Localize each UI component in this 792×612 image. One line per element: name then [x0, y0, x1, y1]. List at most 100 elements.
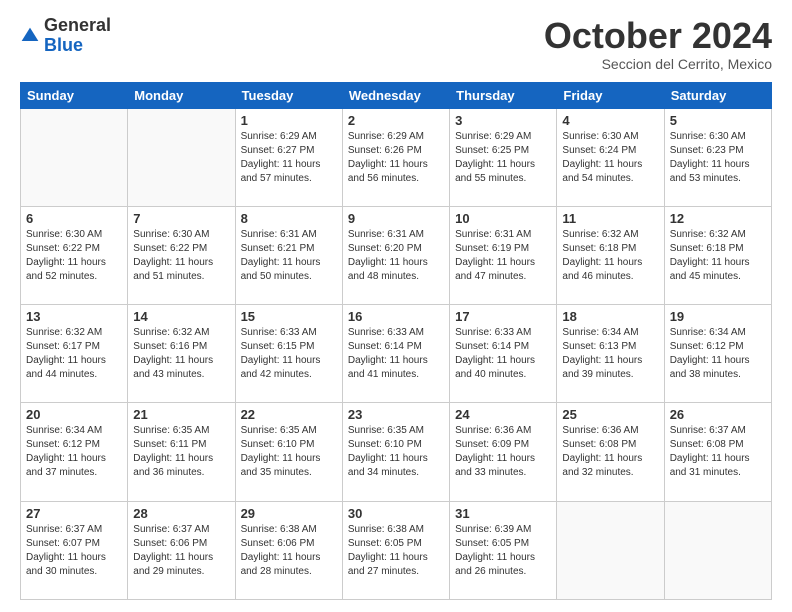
day-info: Sunrise: 6:37 AM Sunset: 6:07 PM Dayligh…: [26, 523, 122, 579]
day-number: 29: [241, 506, 337, 521]
day-number: 15: [241, 309, 337, 324]
table-row: 9Sunrise: 6:31 AM Sunset: 6:20 PM Daylig…: [342, 206, 449, 304]
day-info: Sunrise: 6:33 AM Sunset: 6:15 PM Dayligh…: [241, 326, 337, 382]
day-info: Sunrise: 6:29 AM Sunset: 6:27 PM Dayligh…: [241, 130, 337, 186]
logo-text: General Blue: [44, 16, 111, 56]
table-row: 26 Sunrise: 6:37 AM Sunset: 6:08 PM Dayli…: [664, 403, 771, 501]
col-tuesday: Tuesday: [235, 82, 342, 108]
table-row: 7Sunrise: 6:30 AM Sunset: 6:22 PM Daylig…: [128, 206, 235, 304]
table-row: [21, 108, 128, 206]
day-info: Sunrise: 6:30 AM Sunset: 6:22 PM Dayligh…: [133, 228, 229, 284]
day-number: 3: [455, 113, 551, 128]
table-row: [664, 501, 771, 599]
table-row: 10 Sunrise: 6:31 AM Sunset: 6:19 PM Dayli…: [450, 206, 557, 304]
day-info: Sunrise: 6:36 AM Sunset: 6:08 PM Dayligh…: [562, 424, 658, 480]
day-number: 16: [348, 309, 444, 324]
logo: General Blue: [20, 16, 111, 56]
table-row: 16Sunrise: 6:33 AM Sunset: 6:14 PM Dayli…: [342, 305, 449, 403]
table-row: 18Sunrise: 6:34 AM Sunset: 6:13 PM Dayli…: [557, 305, 664, 403]
calendar-week-row: 20Sunrise: 6:34 AM Sunset: 6:12 PM Dayli…: [21, 403, 772, 501]
day-number: 17: [455, 309, 551, 324]
day-info: Sunrise: 6:31 AM Sunset: 6:21 PM Dayligh…: [241, 228, 337, 284]
day-number: 26: [670, 407, 766, 422]
col-sunday: Sunday: [21, 82, 128, 108]
day-info: Sunrise: 6:38 AM Sunset: 6:05 PM Dayligh…: [348, 523, 444, 579]
table-row: 17Sunrise: 6:33 AM Sunset: 6:14 PM Dayli…: [450, 305, 557, 403]
day-info: Sunrise: 6:29 AM Sunset: 6:26 PM Dayligh…: [348, 130, 444, 186]
day-number: 12: [670, 211, 766, 226]
table-row: 4 Sunrise: 6:30 AM Sunset: 6:24 PM Daylig…: [557, 108, 664, 206]
table-row: 29 Sunrise: 6:38 AM Sunset: 6:06 PM Dayli…: [235, 501, 342, 599]
day-number: 31: [455, 506, 551, 521]
day-info: Sunrise: 6:35 AM Sunset: 6:10 PM Dayligh…: [348, 424, 444, 480]
calendar-week-row: 6 Sunrise: 6:30 AM Sunset: 6:22 PM Daylig…: [21, 206, 772, 304]
day-number: 18: [562, 309, 658, 324]
day-info: Sunrise: 6:38 AM Sunset: 6:06 PM Dayligh…: [241, 523, 337, 579]
table-row: 8 Sunrise: 6:31 AM Sunset: 6:21 PM Daylig…: [235, 206, 342, 304]
table-row: 30 Sunrise: 6:38 AM Sunset: 6:05 PM Dayli…: [342, 501, 449, 599]
day-number: 6: [26, 211, 122, 226]
title-block: October 2024 Seccion del Cerrito, Mexico: [544, 16, 772, 72]
table-row: 5Sunrise: 6:30 AM Sunset: 6:23 PM Daylig…: [664, 108, 771, 206]
table-row: 11 Sunrise: 6:32 AM Sunset: 6:18 PM Dayli…: [557, 206, 664, 304]
calendar-week-row: 27 Sunrise: 6:37 AM Sunset: 6:07 PM Dayli…: [21, 501, 772, 599]
table-row: 31 Sunrise: 6:39 AM Sunset: 6:05 PM Dayli…: [450, 501, 557, 599]
table-row: 2 Sunrise: 6:29 AM Sunset: 6:26 PM Daylig…: [342, 108, 449, 206]
col-wednesday: Wednesday: [342, 82, 449, 108]
day-number: 14: [133, 309, 229, 324]
day-info: Sunrise: 6:30 AM Sunset: 6:23 PM Dayligh…: [670, 130, 766, 186]
table-row: [557, 501, 664, 599]
day-info: Sunrise: 6:34 AM Sunset: 6:12 PM Dayligh…: [670, 326, 766, 382]
day-info: Sunrise: 6:29 AM Sunset: 6:25 PM Dayligh…: [455, 130, 551, 186]
table-row: 25 Sunrise: 6:36 AM Sunset: 6:08 PM Dayli…: [557, 403, 664, 501]
day-number: 25: [562, 407, 658, 422]
day-info: Sunrise: 6:30 AM Sunset: 6:22 PM Dayligh…: [26, 228, 122, 284]
day-number: 13: [26, 309, 122, 324]
day-number: 4: [562, 113, 658, 128]
day-info: Sunrise: 6:35 AM Sunset: 6:10 PM Dayligh…: [241, 424, 337, 480]
day-number: 30: [348, 506, 444, 521]
table-row: [128, 108, 235, 206]
day-number: 10: [455, 211, 551, 226]
day-number: 2: [348, 113, 444, 128]
day-number: 8: [241, 211, 337, 226]
logo-blue: Blue: [44, 35, 83, 55]
day-number: 27: [26, 506, 122, 521]
table-row: 12Sunrise: 6:32 AM Sunset: 6:18 PM Dayli…: [664, 206, 771, 304]
calendar-week-row: 13 Sunrise: 6:32 AM Sunset: 6:17 PM Dayli…: [21, 305, 772, 403]
table-row: 14Sunrise: 6:32 AM Sunset: 6:16 PM Dayli…: [128, 305, 235, 403]
day-info: Sunrise: 6:32 AM Sunset: 6:17 PM Dayligh…: [26, 326, 122, 382]
logo-general: General: [44, 15, 111, 35]
day-number: 21: [133, 407, 229, 422]
day-number: 24: [455, 407, 551, 422]
day-number: 19: [670, 309, 766, 324]
logo-icon: [20, 26, 40, 46]
calendar-table: Sunday Monday Tuesday Wednesday Thursday…: [20, 82, 772, 600]
table-row: 19 Sunrise: 6:34 AM Sunset: 6:12 PM Dayli…: [664, 305, 771, 403]
table-row: 1Sunrise: 6:29 AM Sunset: 6:27 PM Daylig…: [235, 108, 342, 206]
table-row: 22 Sunrise: 6:35 AM Sunset: 6:10 PM Dayli…: [235, 403, 342, 501]
table-row: 20Sunrise: 6:34 AM Sunset: 6:12 PM Dayli…: [21, 403, 128, 501]
table-row: 6 Sunrise: 6:30 AM Sunset: 6:22 PM Daylig…: [21, 206, 128, 304]
day-number: 11: [562, 211, 658, 226]
table-row: 24Sunrise: 6:36 AM Sunset: 6:09 PM Dayli…: [450, 403, 557, 501]
day-number: 28: [133, 506, 229, 521]
table-row: 15 Sunrise: 6:33 AM Sunset: 6:15 PM Dayli…: [235, 305, 342, 403]
day-info: Sunrise: 6:39 AM Sunset: 6:05 PM Dayligh…: [455, 523, 551, 579]
day-number: 23: [348, 407, 444, 422]
day-number: 22: [241, 407, 337, 422]
day-info: Sunrise: 6:30 AM Sunset: 6:24 PM Dayligh…: [562, 130, 658, 186]
page: General Blue October 2024 Seccion del Ce…: [0, 0, 792, 612]
day-info: Sunrise: 6:37 AM Sunset: 6:08 PM Dayligh…: [670, 424, 766, 480]
day-info: Sunrise: 6:35 AM Sunset: 6:11 PM Dayligh…: [133, 424, 229, 480]
col-thursday: Thursday: [450, 82, 557, 108]
day-info: Sunrise: 6:32 AM Sunset: 6:18 PM Dayligh…: [562, 228, 658, 284]
day-info: Sunrise: 6:31 AM Sunset: 6:19 PM Dayligh…: [455, 228, 551, 284]
day-number: 20: [26, 407, 122, 422]
day-info: Sunrise: 6:37 AM Sunset: 6:06 PM Dayligh…: [133, 523, 229, 579]
col-monday: Monday: [128, 82, 235, 108]
location-subtitle: Seccion del Cerrito, Mexico: [544, 56, 772, 72]
table-row: 23 Sunrise: 6:35 AM Sunset: 6:10 PM Dayli…: [342, 403, 449, 501]
day-number: 9: [348, 211, 444, 226]
month-title: October 2024: [544, 16, 772, 56]
